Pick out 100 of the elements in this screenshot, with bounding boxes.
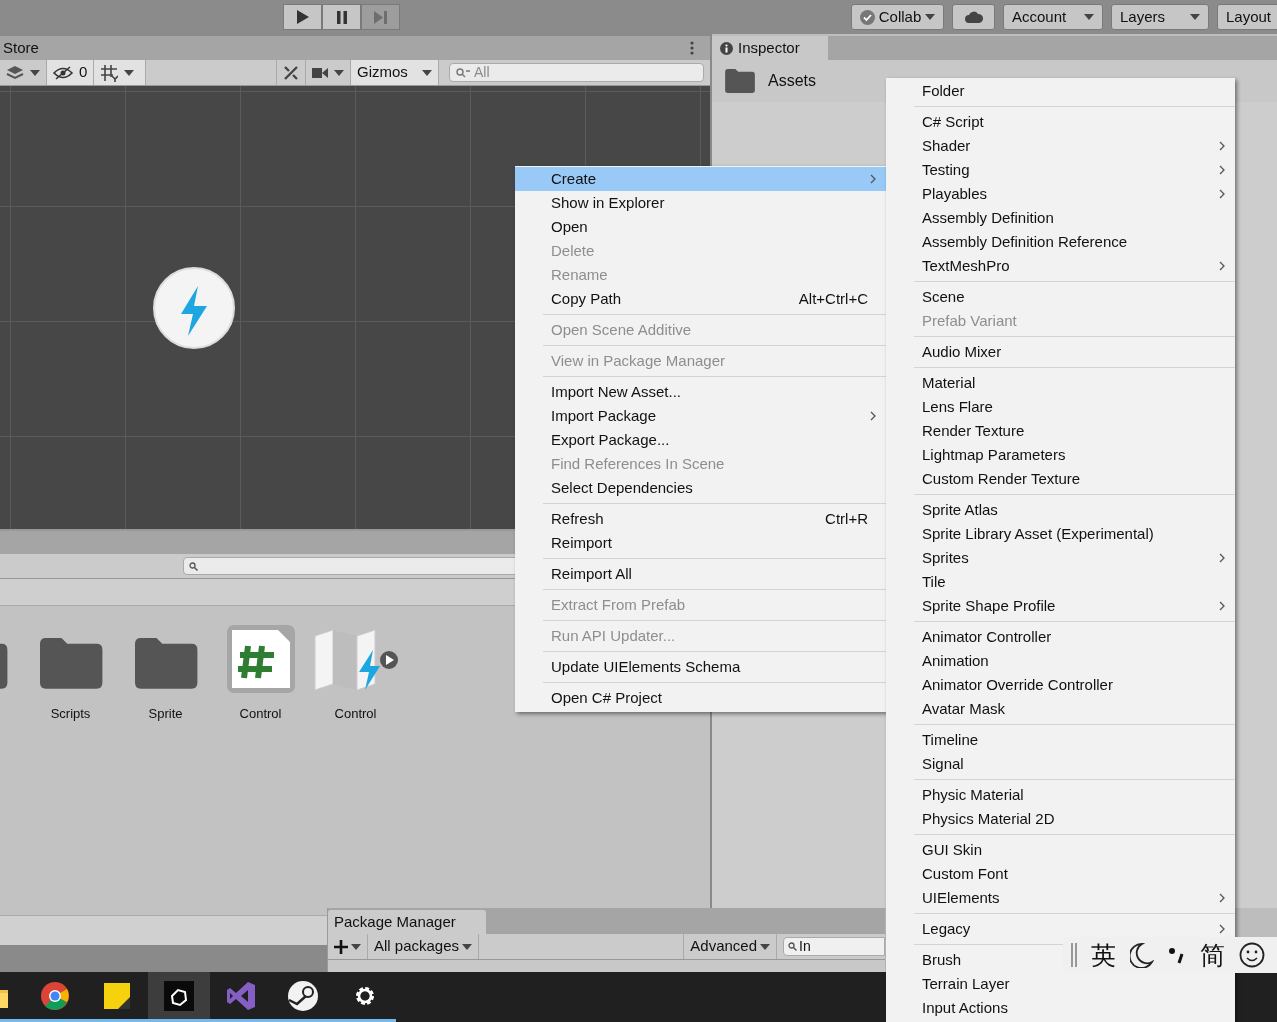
info-icon	[720, 41, 733, 55]
menu-item[interactable]: Render Texture	[886, 419, 1035, 443]
menu-item[interactable]: Legacy	[886, 917, 1235, 941]
menu-item[interactable]: Reimport	[515, 531, 622, 555]
asset-name[interactable]: Control	[239, 704, 282, 724]
caret-icon	[351, 943, 361, 950]
menu-item[interactable]: Timeline	[886, 728, 989, 752]
menu-item[interactable]: Sprite Atlas	[886, 498, 1008, 522]
menu-item[interactable]: Tile	[886, 570, 956, 594]
menu-item[interactable]: Playables	[886, 182, 1235, 206]
menu-item[interactable]: Physics Material 2D	[886, 807, 1065, 831]
inspector-title: Assets	[768, 71, 816, 91]
menu-item[interactable]: Folder	[886, 79, 975, 103]
search-field[interactable]: In	[783, 937, 885, 956]
punctuation-icon	[1168, 946, 1186, 964]
menu-item[interactable]: Lens Flare	[886, 395, 1003, 419]
search-icon	[456, 67, 470, 78]
menu-item[interactable]: Terrain Layer	[886, 972, 1020, 996]
menu-item[interactable]: Brush	[886, 948, 972, 972]
menu-item[interactable]: Avatar Mask	[886, 697, 1016, 721]
pause-button[interactable]	[322, 4, 361, 30]
caret-icon	[925, 14, 935, 20]
step-icon	[374, 10, 387, 24]
menu-item[interactable]: Show in Explorer	[515, 191, 675, 215]
menu-item[interactable]: Select Dependencies	[515, 476, 703, 500]
menu-item[interactable]: Animator Override Controller	[886, 673, 1123, 697]
play-icon	[296, 10, 309, 24]
lightning-icon	[152, 265, 236, 350]
hidden-objects-toggle[interactable]: 0	[47, 60, 95, 85]
menu-item[interactable]: Refresh Ctrl+R	[515, 507, 886, 531]
grid-dropdown[interactable]	[94, 60, 147, 85]
search-icon	[788, 942, 797, 951]
asset-name[interactable]: Control	[334, 704, 377, 724]
menu-item[interactable]: Custom Font	[886, 862, 1018, 886]
menu-item[interactable]: Testing	[886, 158, 1235, 182]
grid-icon	[100, 63, 119, 82]
check-circle-icon	[860, 9, 875, 25]
cloud-button[interactable]	[952, 4, 995, 30]
menu-item[interactable]: Signal	[886, 752, 974, 776]
shortcut-label: Alt+Ctrl+C	[798, 288, 868, 309]
caret-icon	[1190, 14, 1200, 20]
panel-tab[interactable]: Package Manager	[328, 910, 486, 934]
sticky-note-icon	[104, 982, 130, 1009]
eye-slash-icon	[53, 65, 73, 80]
camera-icon	[312, 66, 328, 79]
taskbar-app-button[interactable]	[148, 972, 210, 1022]
plus-icon	[334, 939, 348, 954]
gizmos-dropdown[interactable]: Gizmos	[351, 60, 439, 85]
moon-icon	[1130, 942, 1154, 968]
menu-item[interactable]: Open	[515, 215, 598, 239]
tools-icon	[283, 64, 299, 81]
menu-item[interactable]: Create	[515, 167, 886, 191]
collab-button[interactable]: Collab	[851, 4, 944, 30]
menu-item[interactable]: Lightmap Parameters	[886, 443, 1076, 467]
caret-icon	[462, 943, 473, 950]
menu-item[interactable]: Sprite Shape Profile	[886, 594, 1235, 618]
menu-item[interactable]: Physic Material	[886, 783, 1034, 807]
caret-icon	[422, 69, 432, 76]
browser-icon	[41, 981, 69, 1010]
menu-item[interactable]: Export Package...	[515, 428, 680, 452]
pause-icon	[336, 10, 347, 24]
menu-item[interactable]: TextMeshPro	[886, 254, 1235, 278]
menu-item[interactable]: Input Actions	[886, 996, 1018, 1020]
menu-item[interactable]: Open C# Project	[515, 686, 672, 710]
inspector-tab[interactable]: Inspector	[712, 36, 828, 60]
menu-item[interactable]: Update UIElements Schema	[515, 655, 751, 679]
handle-icon	[1071, 943, 1077, 967]
caret-icon	[124, 69, 135, 76]
menu-item[interactable]: Animation	[886, 649, 999, 673]
menu-item[interactable]: UIElements	[886, 886, 1235, 910]
script-mode-label[interactable]: 简	[1200, 942, 1225, 968]
menu-item[interactable]: Animator Controller	[886, 625, 1062, 649]
asset-name[interactable]: Scripts	[50, 704, 91, 724]
menu-item[interactable]: Reimport All	[515, 562, 642, 586]
menu-item[interactable]: Shader	[886, 134, 1235, 158]
caret-icon	[30, 69, 40, 76]
menu-item[interactable]: GUI Skin	[886, 838, 992, 862]
round-logo-icon	[288, 980, 318, 1011]
more-options-icon	[690, 41, 694, 55]
menu-item[interactable]: Assembly Definition	[886, 206, 1064, 230]
menu-item[interactable]: Scene	[886, 285, 975, 309]
menu-item[interactable]: Assembly Definition Reference	[886, 230, 1138, 254]
ribbon-logo-icon	[226, 980, 256, 1011]
menu-item[interactable]: Import Package	[515, 404, 886, 428]
asset-name[interactable]: Sprite	[148, 704, 183, 724]
menu-item[interactable]: Material	[886, 371, 986, 395]
play-button[interactable]	[283, 4, 322, 30]
menu-item[interactable]: Import New Asset...	[515, 380, 692, 404]
settings-icon	[354, 984, 376, 1007]
caret-icon	[760, 943, 770, 950]
menu-item[interactable]: Copy Path Alt+Ctrl+C	[515, 287, 886, 311]
account-dropdown[interactable]: Account	[1003, 4, 1103, 30]
menu-item[interactable]: Sprites	[886, 546, 1235, 570]
menu-item[interactable]: Audio Mixer	[886, 340, 1012, 364]
layout-dropdown[interactable]: Layout	[1217, 4, 1277, 30]
menu-item[interactable]: C# Script	[886, 110, 994, 134]
layers-dropdown[interactable]: Layers	[1111, 4, 1209, 30]
input-language-label[interactable]: 英	[1091, 942, 1116, 968]
menu-item[interactable]: Sprite Library Asset (Experimental)	[886, 522, 1164, 546]
menu-item[interactable]: Custom Render Texture	[886, 467, 1091, 491]
